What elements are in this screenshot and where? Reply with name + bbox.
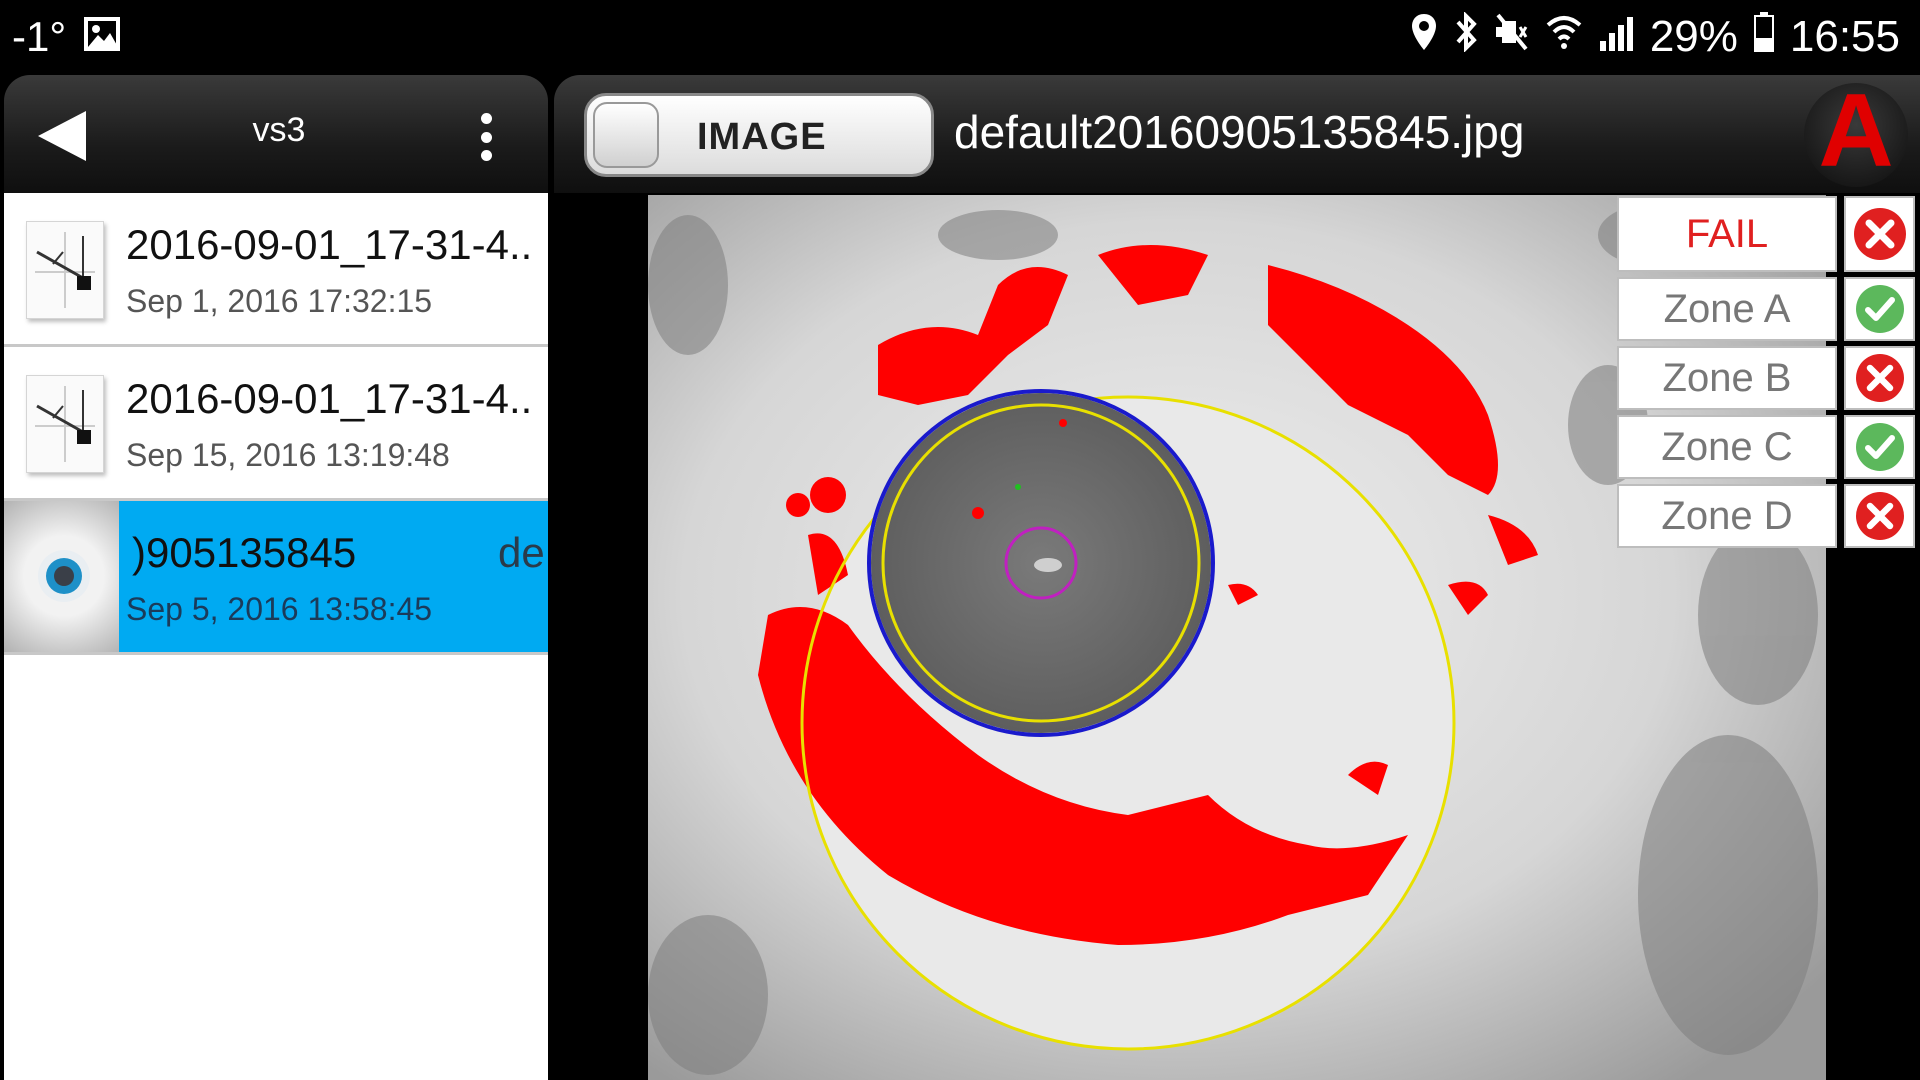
core-marker	[1015, 484, 1021, 490]
file-date: Sep 5, 2016 13:58:45	[126, 591, 433, 627]
file-date: Sep 1, 2016 17:32:15	[126, 283, 433, 319]
result-row-overall: FAIL	[1617, 196, 1915, 272]
fail-icon	[1844, 196, 1915, 272]
file-name: 2016-09-01_17-31-4..	[126, 375, 533, 422]
back-button[interactable]	[34, 107, 90, 165]
result-row-zone-a: Zone A	[1617, 277, 1915, 341]
toggle-label: IMAGE	[697, 116, 827, 158]
signal-icon	[1598, 12, 1634, 62]
battery-percent: 29%	[1649, 12, 1738, 61]
logo-letter: A	[1818, 73, 1894, 189]
result-row-zone-d: Zone D	[1617, 484, 1915, 548]
file-list-item[interactable]: 2016-09-01_17-31-4.. Sep 1, 2016 17:32:1…	[4, 193, 548, 347]
file-browser-panel: vs3 2016-09-01_17-31-4.. Sep 1, 2016 17:…	[4, 75, 548, 1080]
clock: 16:55	[1789, 12, 1900, 61]
overall-result-label: FAIL	[1617, 196, 1837, 272]
location-icon	[1410, 12, 1438, 63]
viewer-header: IMAGE default20160905135845.jpg A	[554, 75, 1920, 193]
folder-title: vs3	[252, 111, 306, 149]
battery-icon	[1753, 11, 1774, 63]
more-options-icon[interactable]	[476, 113, 496, 161]
file-list: 2016-09-01_17-31-4.. Sep 1, 2016 17:32:1…	[4, 193, 548, 1080]
image-toggle-switch[interactable]: IMAGE	[584, 93, 934, 177]
file-list-item-selected[interactable]: )905135845 de Sep 5, 2016 13:58:45	[4, 501, 548, 655]
file-name-overflow: de	[498, 529, 545, 576]
core-defect	[972, 507, 984, 519]
chart-file-icon	[26, 375, 104, 473]
temperature-text: -1°	[12, 13, 67, 60]
fiber-image-thumbnail	[4, 501, 119, 652]
file-browser-header: vs3	[4, 75, 548, 193]
zone-label: Zone C	[1617, 415, 1837, 479]
file-name: )905135845	[132, 529, 357, 576]
zone-results-table: FAIL Zone A Zone B Zone C Zone D	[1617, 196, 1915, 553]
result-row-zone-b: Zone B	[1617, 346, 1915, 410]
core-defect	[1059, 419, 1067, 427]
image-file-title: default20160905135845.jpg	[954, 106, 1525, 158]
pass-check-icon	[1844, 277, 1915, 341]
image-icon	[84, 13, 121, 61]
wifi-icon	[1546, 12, 1582, 62]
fail-icon	[1844, 346, 1915, 410]
file-date: Sep 15, 2016 13:19:48	[126, 437, 450, 473]
mute-icon	[1494, 12, 1530, 62]
zone-label: Zone D	[1617, 484, 1837, 548]
zone-label: Zone B	[1617, 346, 1837, 410]
status-bar: -1° 29% 16:55	[0, 0, 1920, 74]
file-list-item[interactable]: 2016-09-01_17-31-4.. Sep 15, 2016 13:19:…	[4, 347, 548, 501]
result-row-zone-c: Zone C	[1617, 415, 1915, 479]
file-name: 2016-09-01_17-31-4..	[126, 221, 533, 268]
fail-icon	[1844, 484, 1915, 548]
chart-file-icon	[26, 221, 104, 319]
app-logo[interactable]: A	[1804, 79, 1908, 187]
back-arrow-icon	[38, 111, 86, 161]
zone-label: Zone A	[1617, 277, 1837, 341]
core-reflection	[1034, 558, 1062, 572]
pass-check-icon	[1844, 415, 1915, 479]
toggle-knob	[593, 102, 659, 168]
bluetooth-icon	[1454, 10, 1478, 63]
